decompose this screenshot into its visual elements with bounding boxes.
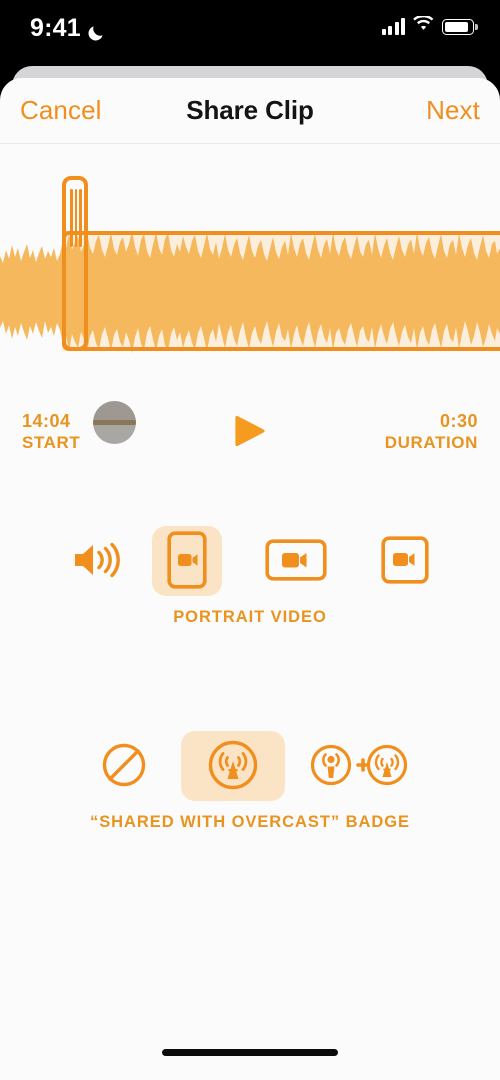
battery-icon <box>442 18 478 35</box>
landscape-video-icon <box>265 538 327 584</box>
start-time-value: 14:04 <box>22 411 71 432</box>
badge-caption: “SHARED WITH OVERCAST” BADGE <box>90 813 410 831</box>
format-option-portrait-video[interactable] <box>152 526 222 596</box>
wifi-icon <box>413 14 434 37</box>
crescent-moon-icon <box>87 20 106 41</box>
badge-options-row <box>0 723 500 809</box>
badge-option-podcast-plus-overcast[interactable] <box>307 731 411 801</box>
format-option-audio-only[interactable] <box>60 526 130 596</box>
overcast-logo-icon <box>207 739 259 794</box>
format-option-landscape-video[interactable] <box>244 526 348 596</box>
scrubber-knob[interactable] <box>93 401 136 444</box>
play-button[interactable] <box>229 411 271 453</box>
cellular-signal-icon <box>381 18 405 35</box>
start-time-label: START <box>22 432 81 452</box>
duration-group: 0:30 DURATION <box>385 411 478 452</box>
format-caption: PORTRAIT VIDEO <box>173 608 327 626</box>
format-section: PORTRAIT VIDEO <box>0 518 500 627</box>
format-option-square-video[interactable] <box>370 526 440 596</box>
trim-handle-left[interactable] <box>62 176 88 351</box>
duration-label: DURATION <box>384 432 478 452</box>
start-time-group: 14:04 START <box>22 411 80 452</box>
cancel-button[interactable]: Cancel <box>18 91 104 130</box>
badge-option-no-badge[interactable] <box>89 731 159 801</box>
podcast-plus-overcast-icon <box>310 742 408 791</box>
badge-section: “SHARED WITH OVERCAST” BADGE <box>0 723 500 832</box>
status-bar-clock: 9:41 <box>30 14 81 42</box>
format-options-row <box>0 518 500 604</box>
next-button[interactable]: Next <box>424 91 482 130</box>
home-indicator[interactable] <box>162 1049 338 1056</box>
clip-time-row: 14:04 START 0:30 DURATION <box>0 408 500 456</box>
square-video-icon <box>381 535 429 587</box>
badge-option-overcast[interactable] <box>181 731 285 801</box>
portrait-video-icon <box>167 530 207 592</box>
status-bar: 9:41 <box>0 0 500 62</box>
status-bar-time-group: 9:41 <box>30 14 106 43</box>
circle-slash-icon <box>101 742 147 791</box>
share-clip-sheet: Cancel Share Clip Next 14:04 START 0:30 … <box>0 78 500 1080</box>
duration-value: 0:30 <box>439 411 478 432</box>
waveform-editor[interactable] <box>0 162 500 402</box>
speaker-waves-icon <box>69 539 121 584</box>
navigation-bar: Cancel Share Clip Next <box>0 78 500 144</box>
phone-screen: 9:41 Cancel Share Clip Next 14:04 START … <box>0 0 500 1080</box>
play-icon <box>234 414 266 451</box>
status-bar-indicators <box>381 14 478 37</box>
